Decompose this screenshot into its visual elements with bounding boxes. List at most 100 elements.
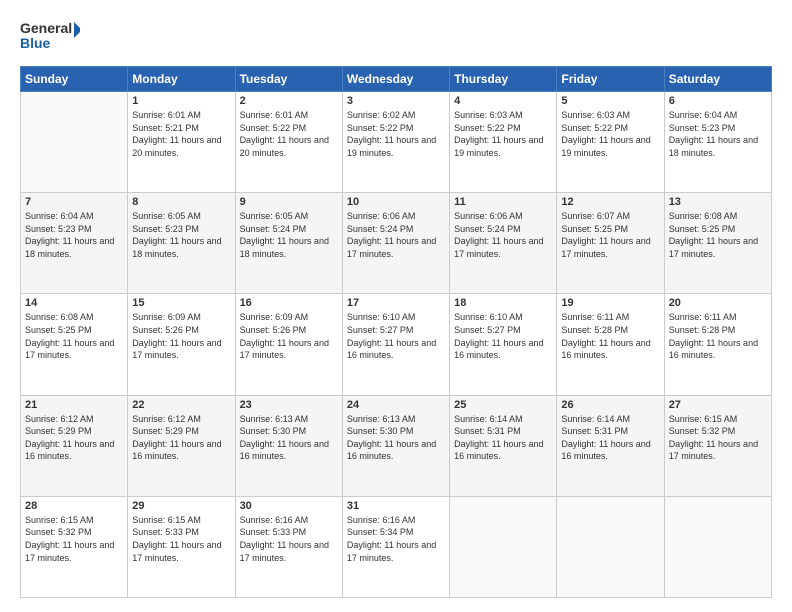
cell-info: Sunrise: 6:15 AMSunset: 5:32 PMDaylight:… (25, 515, 114, 563)
cell-info: Sunrise: 6:05 AMSunset: 5:23 PMDaylight:… (132, 211, 221, 259)
calendar-cell: 8 Sunrise: 6:05 AMSunset: 5:23 PMDaylight… (128, 193, 235, 294)
calendar-cell (557, 496, 664, 597)
calendar-cell: 12Sunrise: 6:07 AMSunset: 5:25 PMDayligh… (557, 193, 664, 294)
cell-info: Sunrise: 6:10 AMSunset: 5:27 PMDaylight:… (454, 312, 543, 360)
day-number: 7 (25, 196, 123, 208)
cell-info: Sunrise: 6:09 AMSunset: 5:26 PMDaylight:… (240, 312, 329, 360)
day-number: 19 (561, 297, 659, 309)
weekday-header-monday: Monday (128, 67, 235, 92)
day-number: 29 (132, 500, 230, 512)
day-number: 24 (347, 399, 445, 411)
calendar-cell: 14Sunrise: 6:08 AMSunset: 5:25 PMDayligh… (21, 294, 128, 395)
calendar-cell: 2 Sunrise: 6:01 AMSunset: 5:22 PMDaylight… (235, 92, 342, 193)
cell-info: Sunrise: 6:02 AMSunset: 5:22 PMDaylight:… (347, 110, 436, 158)
calendar-cell: 22 Sunrise: 6:12 AMSunset: 5:29 PMDayligh… (128, 395, 235, 496)
cell-info: Sunrise: 6:08 AMSunset: 5:25 PMDaylight:… (669, 211, 758, 259)
weekday-header-tuesday: Tuesday (235, 67, 342, 92)
cell-info: Sunrise: 6:08 AMSunset: 5:25 PMDaylight:… (25, 312, 114, 360)
day-number: 9 (240, 196, 338, 208)
cell-info: Sunrise: 6:01 AMSunset: 5:21 PMDaylight:… (132, 110, 221, 158)
day-number: 5 (561, 95, 659, 107)
weekday-header-sunday: Sunday (21, 67, 128, 92)
calendar-table: SundayMondayTuesdayWednesdayThursdayFrid… (20, 66, 772, 598)
cell-info: Sunrise: 6:04 AMSunset: 5:23 PMDaylight:… (25, 211, 114, 259)
calendar-cell: 9Sunrise: 6:05 AMSunset: 5:24 PMDaylight… (235, 193, 342, 294)
cell-info: Sunrise: 6:06 AMSunset: 5:24 PMDaylight:… (454, 211, 543, 259)
day-number: 31 (347, 500, 445, 512)
calendar-cell: 21Sunrise: 6:12 AMSunset: 5:29 PMDayligh… (21, 395, 128, 496)
cell-info: Sunrise: 6:07 AMSunset: 5:25 PMDaylight:… (561, 211, 650, 259)
cell-info: Sunrise: 6:12 AMSunset: 5:29 PMDaylight:… (132, 414, 221, 462)
day-number: 20 (669, 297, 767, 309)
svg-text:Blue: Blue (20, 35, 51, 51)
day-number: 26 (561, 399, 659, 411)
page: General Blue SundayMondayTuesdayWednesda… (0, 0, 792, 612)
cell-info: Sunrise: 6:14 AMSunset: 5:31 PMDaylight:… (454, 414, 543, 462)
logo: General Blue (20, 18, 80, 56)
cell-info: Sunrise: 6:11 AMSunset: 5:28 PMDaylight:… (561, 312, 650, 360)
day-number: 28 (25, 500, 123, 512)
calendar-cell: 30 Sunrise: 6:16 AMSunset: 5:33 PMDayligh… (235, 496, 342, 597)
cell-info: Sunrise: 6:01 AMSunset: 5:22 PMDaylight:… (240, 110, 329, 158)
cell-info: Sunrise: 6:10 AMSunset: 5:27 PMDaylight:… (347, 312, 436, 360)
day-number: 17 (347, 297, 445, 309)
calendar-cell: 3 Sunrise: 6:02 AMSunset: 5:22 PMDaylight… (342, 92, 449, 193)
weekday-header-friday: Friday (557, 67, 664, 92)
cell-info: Sunrise: 6:04 AMSunset: 5:23 PMDaylight:… (669, 110, 758, 158)
logo-svg: General Blue (20, 18, 80, 56)
day-number: 22 (132, 399, 230, 411)
calendar-cell: 23 Sunrise: 6:13 AMSunset: 5:30 PMDayligh… (235, 395, 342, 496)
calendar-cell (450, 496, 557, 597)
day-number: 15 (132, 297, 230, 309)
calendar-week-4: 21Sunrise: 6:12 AMSunset: 5:29 PMDayligh… (21, 395, 772, 496)
calendar-cell: 25 Sunrise: 6:14 AMSunset: 5:31 PMDayligh… (450, 395, 557, 496)
calendar-cell: 27Sunrise: 6:15 AMSunset: 5:32 PMDayligh… (664, 395, 771, 496)
day-number: 18 (454, 297, 552, 309)
cell-info: Sunrise: 6:06 AMSunset: 5:24 PMDaylight:… (347, 211, 436, 259)
day-number: 2 (240, 95, 338, 107)
calendar-cell: 20 Sunrise: 6:11 AMSunset: 5:28 PMDayligh… (664, 294, 771, 395)
calendar-week-5: 28 Sunrise: 6:15 AMSunset: 5:32 PMDayligh… (21, 496, 772, 597)
calendar-cell: 28 Sunrise: 6:15 AMSunset: 5:32 PMDayligh… (21, 496, 128, 597)
cell-info: Sunrise: 6:09 AMSunset: 5:26 PMDaylight:… (132, 312, 221, 360)
day-number: 3 (347, 95, 445, 107)
calendar-cell: 10 Sunrise: 6:06 AMSunset: 5:24 PMDayligh… (342, 193, 449, 294)
calendar-cell: 13Sunrise: 6:08 AMSunset: 5:25 PMDayligh… (664, 193, 771, 294)
day-number: 10 (347, 196, 445, 208)
day-number: 4 (454, 95, 552, 107)
calendar-cell: 29Sunrise: 6:15 AMSunset: 5:33 PMDayligh… (128, 496, 235, 597)
cell-info: Sunrise: 6:13 AMSunset: 5:30 PMDaylight:… (240, 414, 329, 462)
day-number: 25 (454, 399, 552, 411)
svg-text:General: General (20, 20, 72, 36)
calendar-cell: 7 Sunrise: 6:04 AMSunset: 5:23 PMDaylight… (21, 193, 128, 294)
calendar-cell: 24 Sunrise: 6:13 AMSunset: 5:30 PMDayligh… (342, 395, 449, 496)
calendar-cell (21, 92, 128, 193)
calendar-cell (664, 496, 771, 597)
calendar-cell: 5Sunrise: 6:03 AMSunset: 5:22 PMDaylight… (557, 92, 664, 193)
day-number: 6 (669, 95, 767, 107)
day-number: 30 (240, 500, 338, 512)
calendar-cell: 15 Sunrise: 6:09 AMSunset: 5:26 PMDayligh… (128, 294, 235, 395)
cell-info: Sunrise: 6:13 AMSunset: 5:30 PMDaylight:… (347, 414, 436, 462)
day-number: 8 (132, 196, 230, 208)
cell-info: Sunrise: 6:14 AMSunset: 5:31 PMDaylight:… (561, 414, 650, 462)
weekday-header-row: SundayMondayTuesdayWednesdayThursdayFrid… (21, 67, 772, 92)
calendar-cell: 1Sunrise: 6:01 AMSunset: 5:21 PMDaylight… (128, 92, 235, 193)
calendar-week-3: 14Sunrise: 6:08 AMSunset: 5:25 PMDayligh… (21, 294, 772, 395)
header: General Blue (20, 18, 772, 56)
day-number: 16 (240, 297, 338, 309)
calendar-cell: 11Sunrise: 6:06 AMSunset: 5:24 PMDayligh… (450, 193, 557, 294)
cell-info: Sunrise: 6:11 AMSunset: 5:28 PMDaylight:… (669, 312, 758, 360)
calendar-cell: 6 Sunrise: 6:04 AMSunset: 5:23 PMDaylight… (664, 92, 771, 193)
calendar-cell: 18 Sunrise: 6:10 AMSunset: 5:27 PMDayligh… (450, 294, 557, 395)
cell-info: Sunrise: 6:03 AMSunset: 5:22 PMDaylight:… (454, 110, 543, 158)
day-number: 23 (240, 399, 338, 411)
cell-info: Sunrise: 6:12 AMSunset: 5:29 PMDaylight:… (25, 414, 114, 462)
weekday-header-wednesday: Wednesday (342, 67, 449, 92)
cell-info: Sunrise: 6:15 AMSunset: 5:32 PMDaylight:… (669, 414, 758, 462)
calendar-cell: 16 Sunrise: 6:09 AMSunset: 5:26 PMDayligh… (235, 294, 342, 395)
weekday-header-saturday: Saturday (664, 67, 771, 92)
cell-info: Sunrise: 6:16 AMSunset: 5:33 PMDaylight:… (240, 515, 329, 563)
calendar-cell: 26 Sunrise: 6:14 AMSunset: 5:31 PMDayligh… (557, 395, 664, 496)
calendar-week-1: 1Sunrise: 6:01 AMSunset: 5:21 PMDaylight… (21, 92, 772, 193)
